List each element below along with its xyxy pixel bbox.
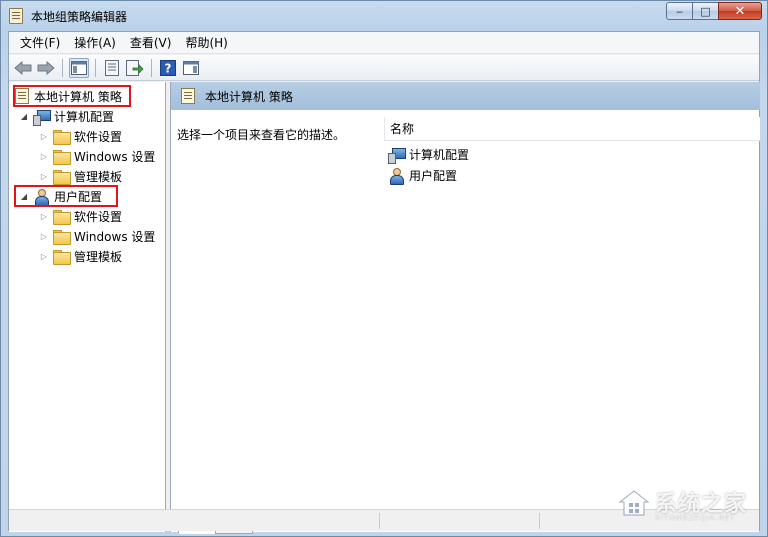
expanded-arrow-icon[interactable]: ◢ [19,111,29,121]
collapsed-arrow-icon[interactable]: ▷ [39,151,49,161]
site-watermark: 系统之家 XITONGZHIJIA.NET [617,486,757,526]
tree-item-label: 管理模板 [74,249,123,264]
back-button[interactable] [13,58,33,78]
tree-item-computer-software[interactable]: ▷ 软件设置 [39,126,122,146]
maximize-button[interactable]: □ [692,2,718,20]
export-list-icon [126,59,144,76]
collapsed-arrow-icon[interactable]: ▷ [39,251,49,261]
menu-file[interactable]: 文件(F) [13,32,67,54]
window-frame: 本地组策略编辑器 ‒ □ ✕ 文件(F) 操作(A) 查看(V) 帮助(H) ?… [0,0,768,537]
collapsed-arrow-icon[interactable]: ▷ [39,211,49,221]
properties-icon [105,59,119,76]
list-item-user-config[interactable]: 用户配置 [388,165,457,185]
folder-icon [53,129,71,145]
properties-button[interactable] [102,58,122,78]
folder-icon [53,229,71,245]
window-title: 本地组策略编辑器 [31,10,128,24]
toolbar-separator [95,58,96,77]
computer-icon [388,147,406,164]
toolbar-separator [151,58,152,77]
tree-item-label: 软件设置 [74,209,123,224]
policy-document-icon [181,88,195,104]
user-icon [388,167,405,185]
tree-item-label: Windows 设置 [74,149,156,164]
help-icon: ? [160,59,176,76]
tree-item-label: 计算机配置 [54,109,115,124]
tree-item-computer-config[interactable]: ◢ 计算机配置 [19,106,114,126]
status-divider [539,513,540,529]
description-text: 选择一个项目来查看它的描述。 [177,128,346,142]
computer-icon [33,109,51,126]
tree-item-label: 软件设置 [74,129,123,144]
show-action-pane-button[interactable] [181,58,201,78]
list-item-computer-config[interactable]: 计算机配置 [388,144,469,164]
tree-item-user-windows[interactable]: ▷ Windows 设置 [39,226,155,246]
highlight-box-root [13,85,131,107]
watermark-subtext: XITONGZHIJIA.NET [655,514,736,522]
menu-view[interactable]: 查看(V) [123,32,179,54]
list-item-label: 计算机配置 [409,147,470,162]
svg-text:?: ? [165,61,172,75]
help-button[interactable]: ? [158,58,178,78]
folder-icon [53,209,71,225]
menu-help[interactable]: 帮助(H) [178,32,234,54]
export-list-button[interactable] [125,58,145,78]
close-button[interactable]: ✕ [718,2,762,20]
menu-bar: 文件(F) 操作(A) 查看(V) 帮助(H) [9,32,759,54]
client-area: 文件(F) 操作(A) 查看(V) 帮助(H) ? 本地计算机 策略 ◢ 计算机… [8,31,760,534]
collapsed-arrow-icon[interactable]: ▷ [39,231,49,241]
collapsed-arrow-icon[interactable]: ▷ [39,171,49,181]
folder-icon [53,169,71,185]
back-arrow-icon [14,60,32,75]
column-separator [384,117,385,141]
tree-item-computer-admin[interactable]: ▷ 管理模板 [39,166,122,186]
menu-action[interactable]: 操作(A) [67,32,123,54]
show-hide-tree-button[interactable] [69,57,89,78]
toolbar: ? [9,55,759,81]
highlight-box-user-config [14,185,118,207]
caption-buttons: ‒ □ ✕ [666,2,762,20]
tree-item-label: Windows 设置 [74,229,156,244]
column-header-name[interactable]: 名称 [384,117,760,141]
status-divider [379,513,380,529]
details-list: 名称 计算机配置 用户配置 [384,117,760,442]
minimize-button[interactable]: ‒ [666,2,692,20]
show-tree-icon [71,60,87,75]
forward-button[interactable] [36,58,56,78]
collapsed-arrow-icon[interactable]: ▷ [39,131,49,141]
toolbar-separator [62,58,63,77]
title-bar[interactable]: 本地组策略编辑器 ‒ □ ✕ [1,1,767,31]
folder-icon [53,249,71,265]
watermark-logo-icon [618,490,650,516]
tree-item-user-software[interactable]: ▷ 软件设置 [39,206,122,226]
tree-item-computer-windows[interactable]: ▷ Windows 设置 [39,146,155,166]
details-pane: 本地计算机 策略 选择一个项目来查看它的描述。 名称 计算机配置 用户配置 扩 [170,82,760,534]
navigation-tree: 本地计算机 策略 ◢ 计算机配置 ▷ 软件设置 ▷ Windows 设置 ▷ 管… [9,82,166,532]
details-header: 本地计算机 策略 [171,82,760,110]
details-header-title: 本地计算机 策略 [205,89,293,104]
tree-item-label: 管理模板 [74,169,123,184]
forward-arrow-icon [37,60,55,75]
show-action-pane-icon [183,60,199,75]
column-header-label: 名称 [390,122,415,136]
list-item-label: 用户配置 [409,168,458,183]
policy-editor-app-icon [9,8,23,24]
folder-icon [53,149,71,165]
tree-item-user-admin[interactable]: ▷ 管理模板 [39,246,122,266]
